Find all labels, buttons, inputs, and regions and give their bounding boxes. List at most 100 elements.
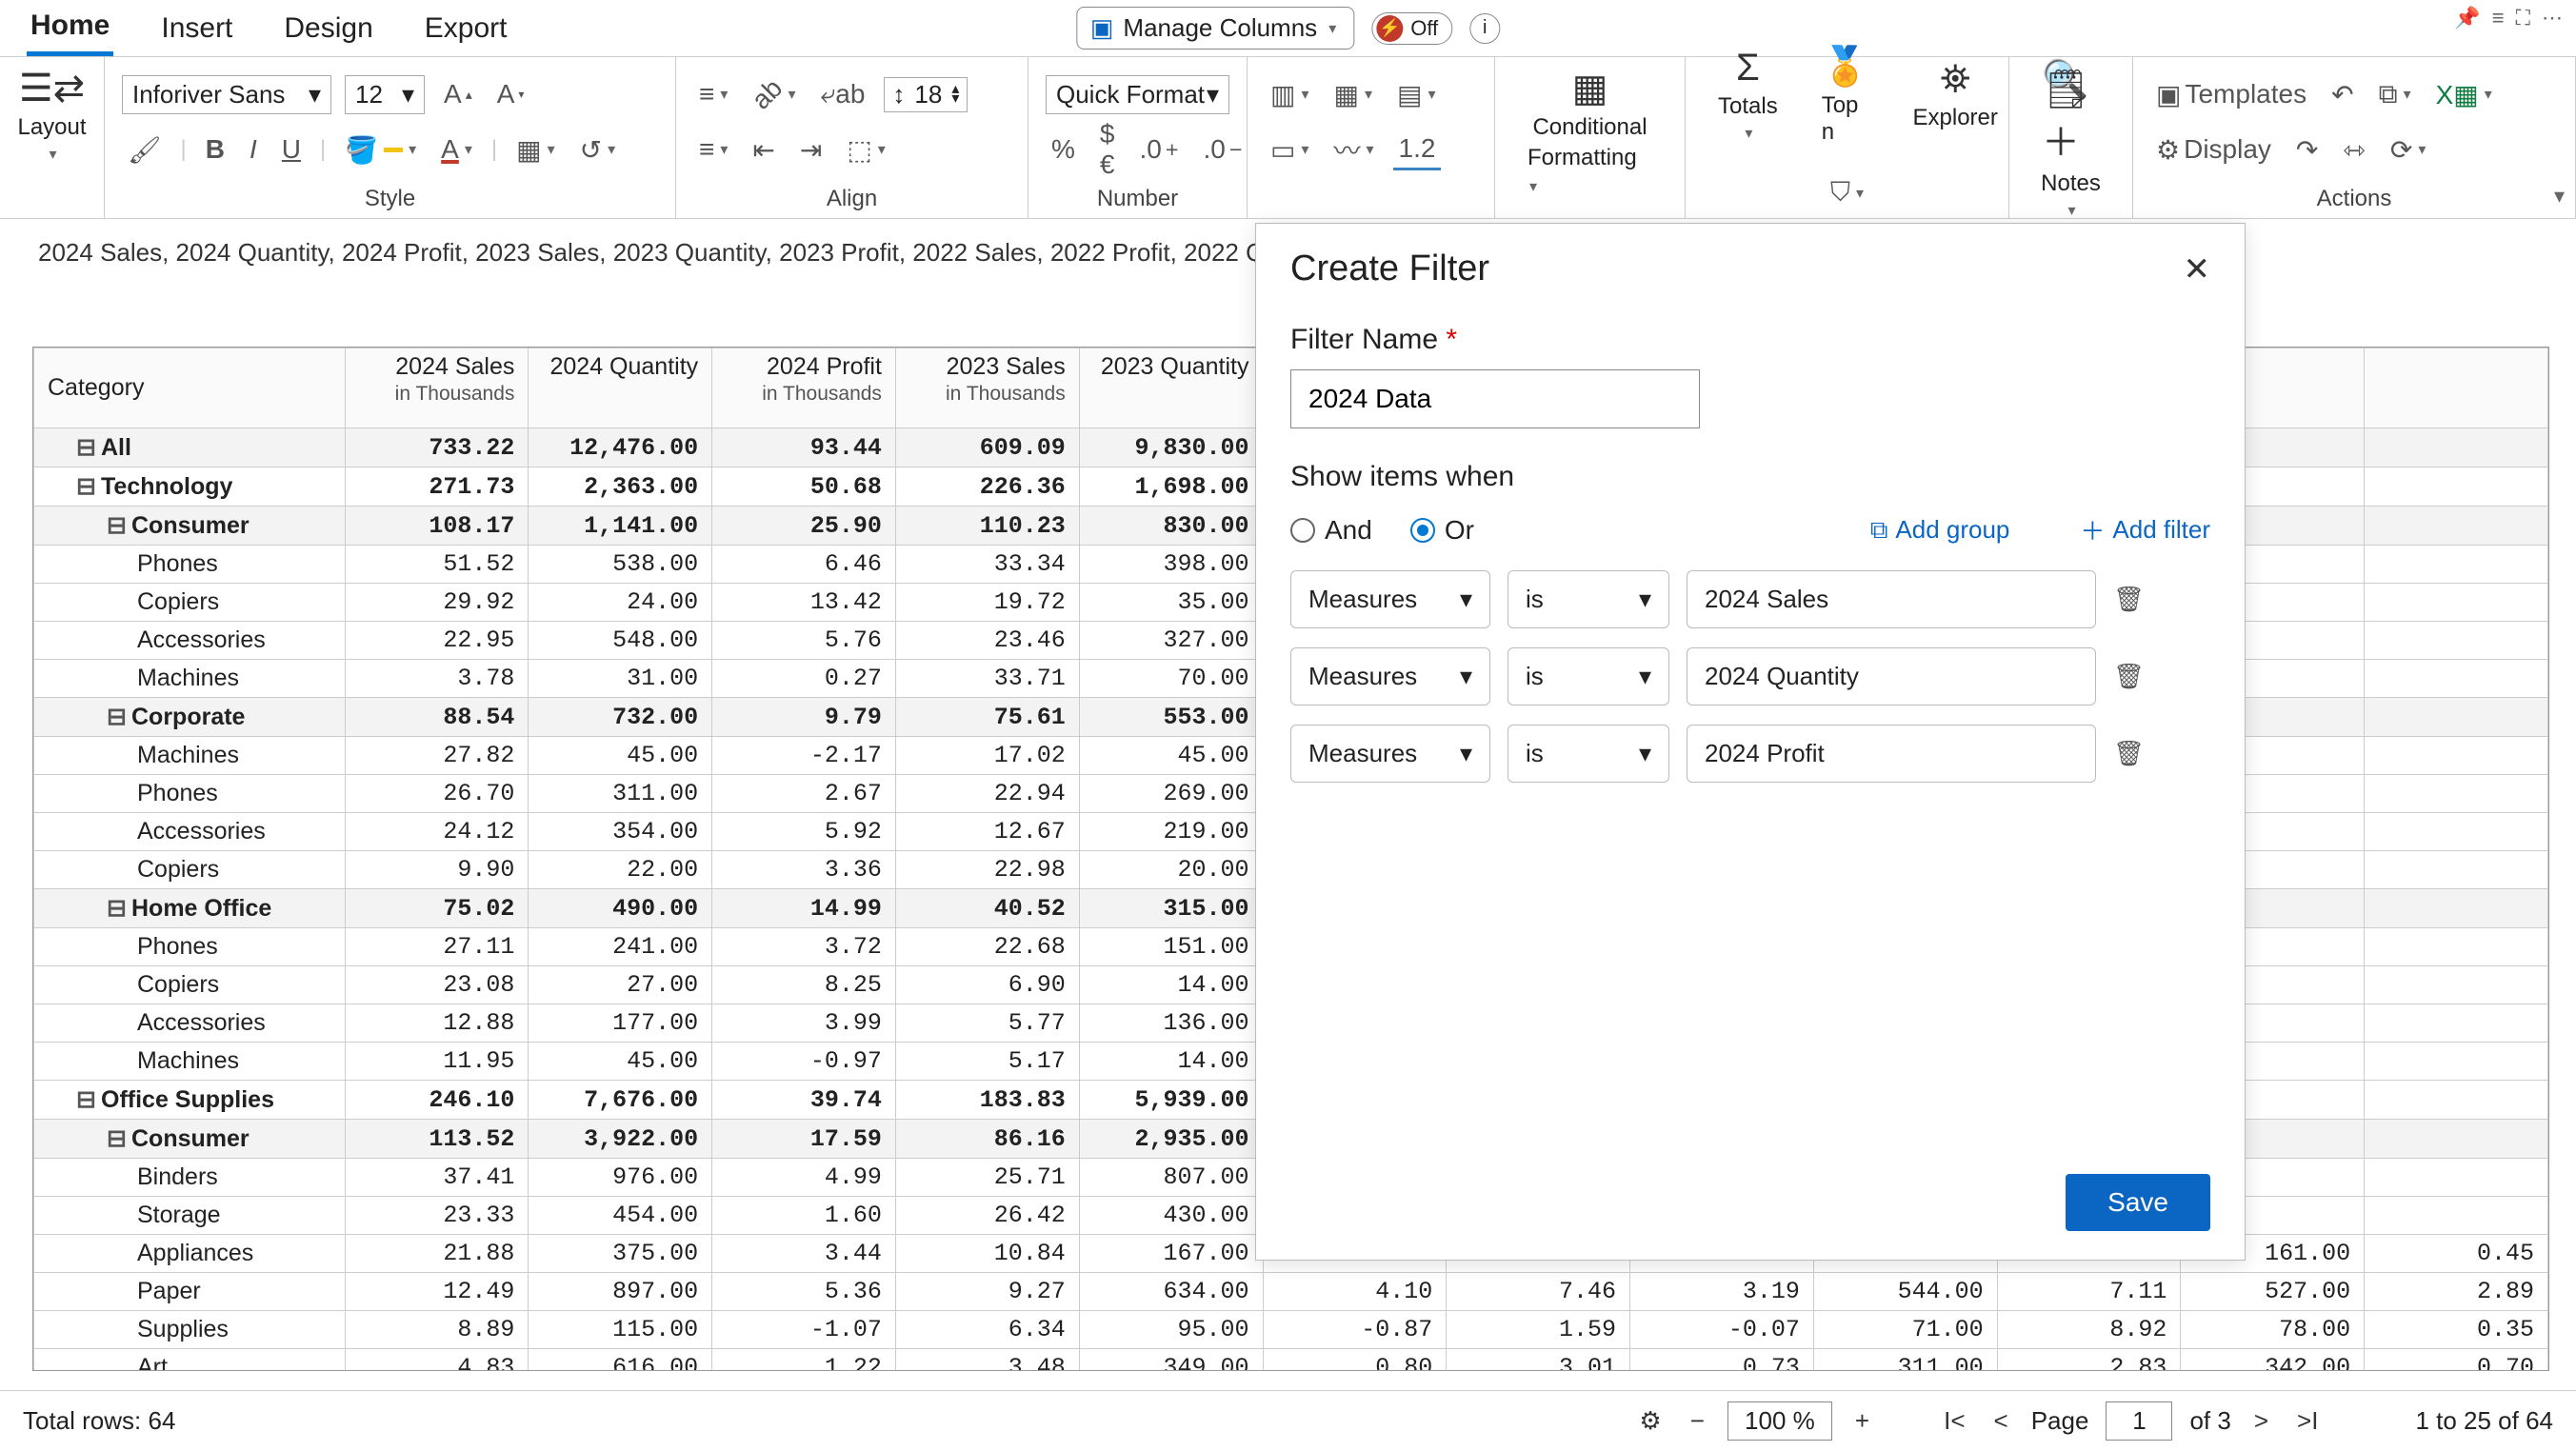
sigma-icon: Σ — [1736, 47, 1760, 89]
column-header[interactable]: 2024 Profitin Thousands — [712, 348, 896, 428]
insert-cell-button[interactable]: ▭▾ — [1265, 130, 1315, 169]
hierarchy-icon: ⛯ — [1940, 58, 1970, 101]
trash-icon[interactable]: 🗑 — [2113, 662, 2145, 691]
zoom-input[interactable]: 100 % — [1727, 1401, 1832, 1441]
performance-toggle[interactable]: ⚡ Off — [1371, 12, 1452, 45]
explorer-button[interactable]: ⛯Explorer — [1898, 58, 2013, 131]
save-button[interactable]: Save — [2066, 1174, 2210, 1231]
currency-button[interactable]: $€ — [1094, 115, 1121, 184]
rule-operator-select[interactable]: is▾ — [1508, 725, 1669, 783]
table-row[interactable]: Supplies8.89115.00-1.076.3495.00-0.871.5… — [34, 1311, 2548, 1349]
tab-design[interactable]: Design — [280, 3, 376, 54]
and-radio[interactable]: And — [1290, 515, 1372, 546]
table-layout-2-button[interactable]: ▦▾ — [1328, 75, 1379, 114]
sort-icon[interactable]: ≡ — [2492, 6, 2505, 30]
add-group-button[interactable]: ⧉Add group — [1870, 515, 2010, 546]
increase-indent-button[interactable]: ⇥ — [794, 130, 828, 169]
filter-button[interactable]: ⛉▾ — [1825, 173, 1869, 212]
filter-name-input[interactable] — [1290, 369, 1700, 428]
text-orientation-button[interactable]: ab▾ — [747, 75, 801, 113]
rule-field-select[interactable]: Measures▾ — [1290, 647, 1490, 706]
topn-button[interactable]: 🏅Top n — [1807, 44, 1885, 146]
templates-button[interactable]: ▣ Templates — [2150, 75, 2312, 114]
table-layout-3-button[interactable]: ▤▾ — [1391, 75, 1442, 114]
templates-icon: ▣ — [2156, 79, 2181, 110]
prev-page-button[interactable]: < — [1988, 1406, 2014, 1436]
increase-decimal-button[interactable]: .0+ — [1133, 130, 1184, 169]
trash-icon[interactable]: 🗑 — [2113, 739, 2145, 768]
cell-size-button[interactable]: ⬚▾ — [841, 130, 891, 169]
decimals-button[interactable]: 1.2 — [1393, 129, 1442, 170]
column-header[interactable]: Category — [34, 348, 346, 428]
wrap-text-button[interactable]: ⤶ab — [815, 75, 871, 114]
tab-insert[interactable]: Insert — [157, 3, 236, 54]
pin-icon[interactable]: 📌 — [2454, 6, 2480, 30]
or-radio[interactable]: Or — [1410, 515, 1474, 546]
increase-font-icon[interactable]: A▴ — [438, 75, 478, 113]
column-header[interactable] — [2365, 348, 2548, 428]
excel-export-button[interactable]: X▦▾ — [2430, 75, 2498, 114]
quick-format-select[interactable]: Quick Format▾ — [1046, 75, 1229, 114]
zoom-in-button[interactable]: + — [1849, 1406, 1875, 1436]
manage-columns-button[interactable]: ▣ Manage Columns ▾ — [1076, 7, 1354, 50]
refresh-button[interactable]: ⟳▾ — [2385, 130, 2432, 169]
decrease-font-icon[interactable]: A▾ — [491, 75, 530, 113]
totals-button[interactable]: ΣTotals▾ — [1703, 47, 1793, 143]
percent-button[interactable]: % — [1046, 130, 1081, 169]
redo-button[interactable]: ↷ — [2290, 130, 2324, 169]
display-button[interactable]: ⚙ Display — [2150, 130, 2277, 169]
format-painter-icon[interactable]: 🖌 — [122, 130, 168, 169]
sparkline-button[interactable]: 〰▾ — [1328, 127, 1380, 172]
first-page-button[interactable]: I< — [1938, 1406, 1970, 1436]
column-header[interactable]: 2024 Salesin Thousands — [345, 348, 529, 428]
column-header[interactable]: 2023 Quantity — [1079, 348, 1263, 428]
font-size-select[interactable]: 12▾ — [345, 75, 425, 114]
rule-operator-select[interactable]: is▾ — [1508, 570, 1669, 628]
rule-field-select[interactable]: Measures▾ — [1290, 570, 1490, 628]
decrease-decimal-button[interactable]: .0− — [1197, 130, 1248, 169]
copy-button[interactable]: ⧉▾ — [2373, 75, 2417, 114]
rule-value-select[interactable]: 2024 Sales — [1687, 570, 2096, 628]
underline-button[interactable]: U — [276, 130, 307, 169]
notes-button[interactable]: 🗒＋ Notes ▾ — [2027, 67, 2115, 220]
focus-icon[interactable]: ⛶ — [2516, 6, 2530, 30]
bold-button[interactable]: B — [200, 130, 230, 169]
rule-value-select[interactable]: 2024 Quantity — [1687, 647, 2096, 706]
ribbon-collapse-icon[interactable]: ▾ — [2554, 184, 2565, 209]
column-header[interactable]: 2023 Salesin Thousands — [895, 348, 1079, 428]
align-horizontal-button[interactable]: ≡▾ — [693, 75, 733, 113]
line-spacing-spinner[interactable]: ↕18▴▾ — [884, 77, 968, 112]
text-color-button[interactable]: A▾ — [435, 130, 478, 169]
info-icon[interactable]: i — [1469, 13, 1500, 44]
create-filter-panel: Create Filter ✕ Filter Name * Show items… — [1255, 223, 2246, 1261]
table-row[interactable]: Art4.83616.001.223.48349.000.803.010.733… — [34, 1349, 2548, 1372]
borders-button[interactable]: ▦▾ — [510, 130, 561, 169]
rule-value-select[interactable]: 2024 Profit — [1687, 725, 2096, 783]
tab-export[interactable]: Export — [421, 3, 511, 54]
settings-icon[interactable]: ⚙ — [1633, 1406, 1667, 1436]
tab-home[interactable]: Home — [27, 0, 113, 56]
next-page-button[interactable]: > — [2248, 1406, 2274, 1436]
rule-operator-select[interactable]: is▾ — [1508, 647, 1669, 706]
font-family-select[interactable]: Inforiver Sans▾ — [122, 75, 331, 114]
fill-color-button[interactable]: 🪣▾ — [339, 130, 422, 169]
conditional-formatting-button[interactable]: ▦ Conditional Formatting ▾ — [1512, 67, 1667, 198]
italic-button[interactable]: I — [244, 130, 263, 169]
close-icon[interactable]: ✕ — [2184, 250, 2211, 288]
table-layout-1-button[interactable]: ▥▾ — [1265, 75, 1315, 114]
reset-format-icon[interactable]: ↺▾ — [574, 130, 622, 169]
align-vertical-button[interactable]: ≡▾ — [693, 130, 733, 169]
rule-field-select[interactable]: Measures▾ — [1290, 725, 1490, 783]
zoom-out-button[interactable]: − — [1685, 1406, 1710, 1436]
table-row[interactable]: Paper12.49897.005.369.27634.004.107.463.… — [34, 1273, 2548, 1311]
fit-width-button[interactable]: ⇿ — [2337, 130, 2370, 169]
add-filter-button[interactable]: ＋Add filter — [2080, 512, 2210, 547]
column-header[interactable]: 2024 Quantity — [529, 348, 712, 428]
trash-icon[interactable]: 🗑 — [2113, 585, 2145, 614]
decrease-indent-button[interactable]: ⇤ — [747, 130, 780, 169]
last-page-button[interactable]: >I — [2291, 1406, 2324, 1436]
undo-button[interactable]: ↶ — [2326, 75, 2359, 114]
layout-button[interactable]: ☰⇄ Layout ▾ — [17, 67, 87, 164]
more-icon[interactable]: ⋯ — [2542, 6, 2563, 30]
page-input[interactable]: 1 — [2106, 1401, 2172, 1441]
